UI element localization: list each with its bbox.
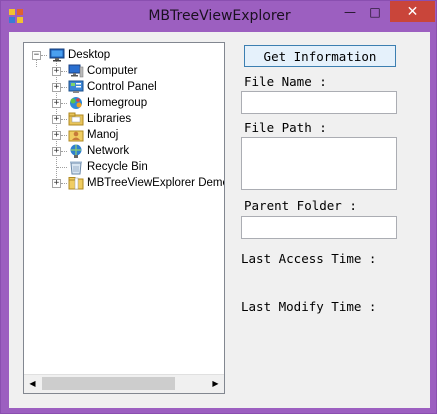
last-modify-time-label: Last Modify Time :	[241, 299, 377, 314]
tree-node-homegroup[interactable]: Homegroup	[68, 95, 147, 111]
close-icon: ✕	[406, 3, 419, 20]
tree-node-label: Network	[87, 145, 130, 157]
tree-node-computer[interactable]: Computer	[68, 63, 138, 79]
parent-folder-field[interactable]	[241, 216, 397, 239]
tree-node-network[interactable]: Network	[68, 143, 129, 159]
expander-collapsed-icon[interactable]: +	[52, 115, 61, 124]
expander-collapsed-icon[interactable]: +	[52, 99, 61, 108]
tree-connector	[41, 55, 47, 56]
parent-folder-label: Parent Folder :	[244, 198, 357, 213]
tree-node-label: Recycle Bin	[87, 161, 148, 173]
tree-node-label: MBTreeViewExplorer Demo	[87, 177, 224, 189]
expander-collapsed-icon[interactable]: +	[52, 179, 61, 188]
desktop-icon	[49, 48, 65, 62]
tree-node-label: Homegroup	[87, 97, 148, 109]
libraries-icon	[68, 112, 84, 126]
tree-node-label: Manoj	[87, 129, 119, 141]
user-folder-icon	[68, 130, 84, 142]
close-button[interactable]: ✕	[390, 1, 435, 22]
tree-connector	[61, 103, 67, 104]
tree-node-label: Desktop	[68, 49, 111, 61]
expander-collapsed-icon[interactable]: +	[52, 147, 61, 156]
tree-content: − Desktop + Computer + Control Panel + H…	[24, 43, 224, 375]
expander-collapsed-icon[interactable]: +	[52, 83, 61, 92]
tree-connector	[61, 183, 67, 184]
minimize-icon: —	[344, 4, 356, 19]
tree-node-demo-folder[interactable]: MBTreeViewExplorer Demo	[68, 175, 224, 191]
tree-connector	[57, 167, 67, 168]
tree-node-libraries[interactable]: Libraries	[68, 111, 131, 127]
folder-treeview[interactable]: − Desktop + Computer + Control Panel + H…	[23, 42, 225, 394]
scroll-left-icon[interactable]: ◀	[24, 375, 41, 392]
homegroup-icon	[70, 97, 82, 109]
maximize-button[interactable]: □	[362, 1, 388, 22]
network-icon	[70, 144, 82, 158]
tree-connector	[61, 135, 67, 136]
scrollbar-thumb[interactable]	[42, 377, 175, 390]
last-access-time-label: Last Access Time :	[241, 251, 377, 266]
tree-connector	[61, 119, 67, 120]
expander-expanded-icon[interactable]: −	[32, 51, 41, 60]
scroll-right-icon[interactable]: ▶	[207, 375, 224, 392]
folder-icon	[68, 177, 84, 190]
tree-node-control-panel[interactable]: Control Panel	[68, 79, 157, 95]
tree-node-label: Computer	[87, 65, 138, 77]
client-area: − Desktop + Computer + Control Panel + H…	[9, 32, 430, 408]
tree-connector	[61, 151, 67, 152]
file-name-field[interactable]	[241, 91, 397, 114]
file-path-field[interactable]	[241, 137, 397, 190]
tree-node-manoj[interactable]: Manoj	[68, 127, 118, 143]
expander-collapsed-icon[interactable]: +	[52, 131, 61, 140]
control-panel-icon	[68, 80, 84, 93]
tree-node-label: Libraries	[87, 113, 132, 125]
recycle-bin-icon	[70, 161, 82, 175]
tree-node-desktop[interactable]: Desktop	[49, 47, 110, 63]
file-path-label: File Path :	[244, 120, 327, 135]
horizontal-scrollbar[interactable]: ◀ ▶	[24, 374, 224, 393]
file-name-label: File Name :	[244, 74, 327, 89]
tree-node-label: Control Panel	[87, 81, 157, 93]
title-bar[interactable]: MBTreeViewExplorer — □ ✕	[1, 1, 437, 32]
get-information-button[interactable]: Get Information	[244, 45, 396, 67]
tree-connector	[36, 59, 37, 67]
tree-node-recycle-bin[interactable]: Recycle Bin	[68, 159, 148, 175]
app-window: MBTreeViewExplorer — □ ✕ − Desktop + Com…	[0, 0, 437, 414]
expander-collapsed-icon[interactable]: +	[52, 67, 61, 76]
computer-icon	[68, 64, 84, 78]
tree-connector	[61, 71, 67, 72]
minimize-button[interactable]: —	[337, 1, 363, 22]
maximize-icon: □	[369, 4, 381, 19]
tree-connector	[61, 87, 67, 88]
